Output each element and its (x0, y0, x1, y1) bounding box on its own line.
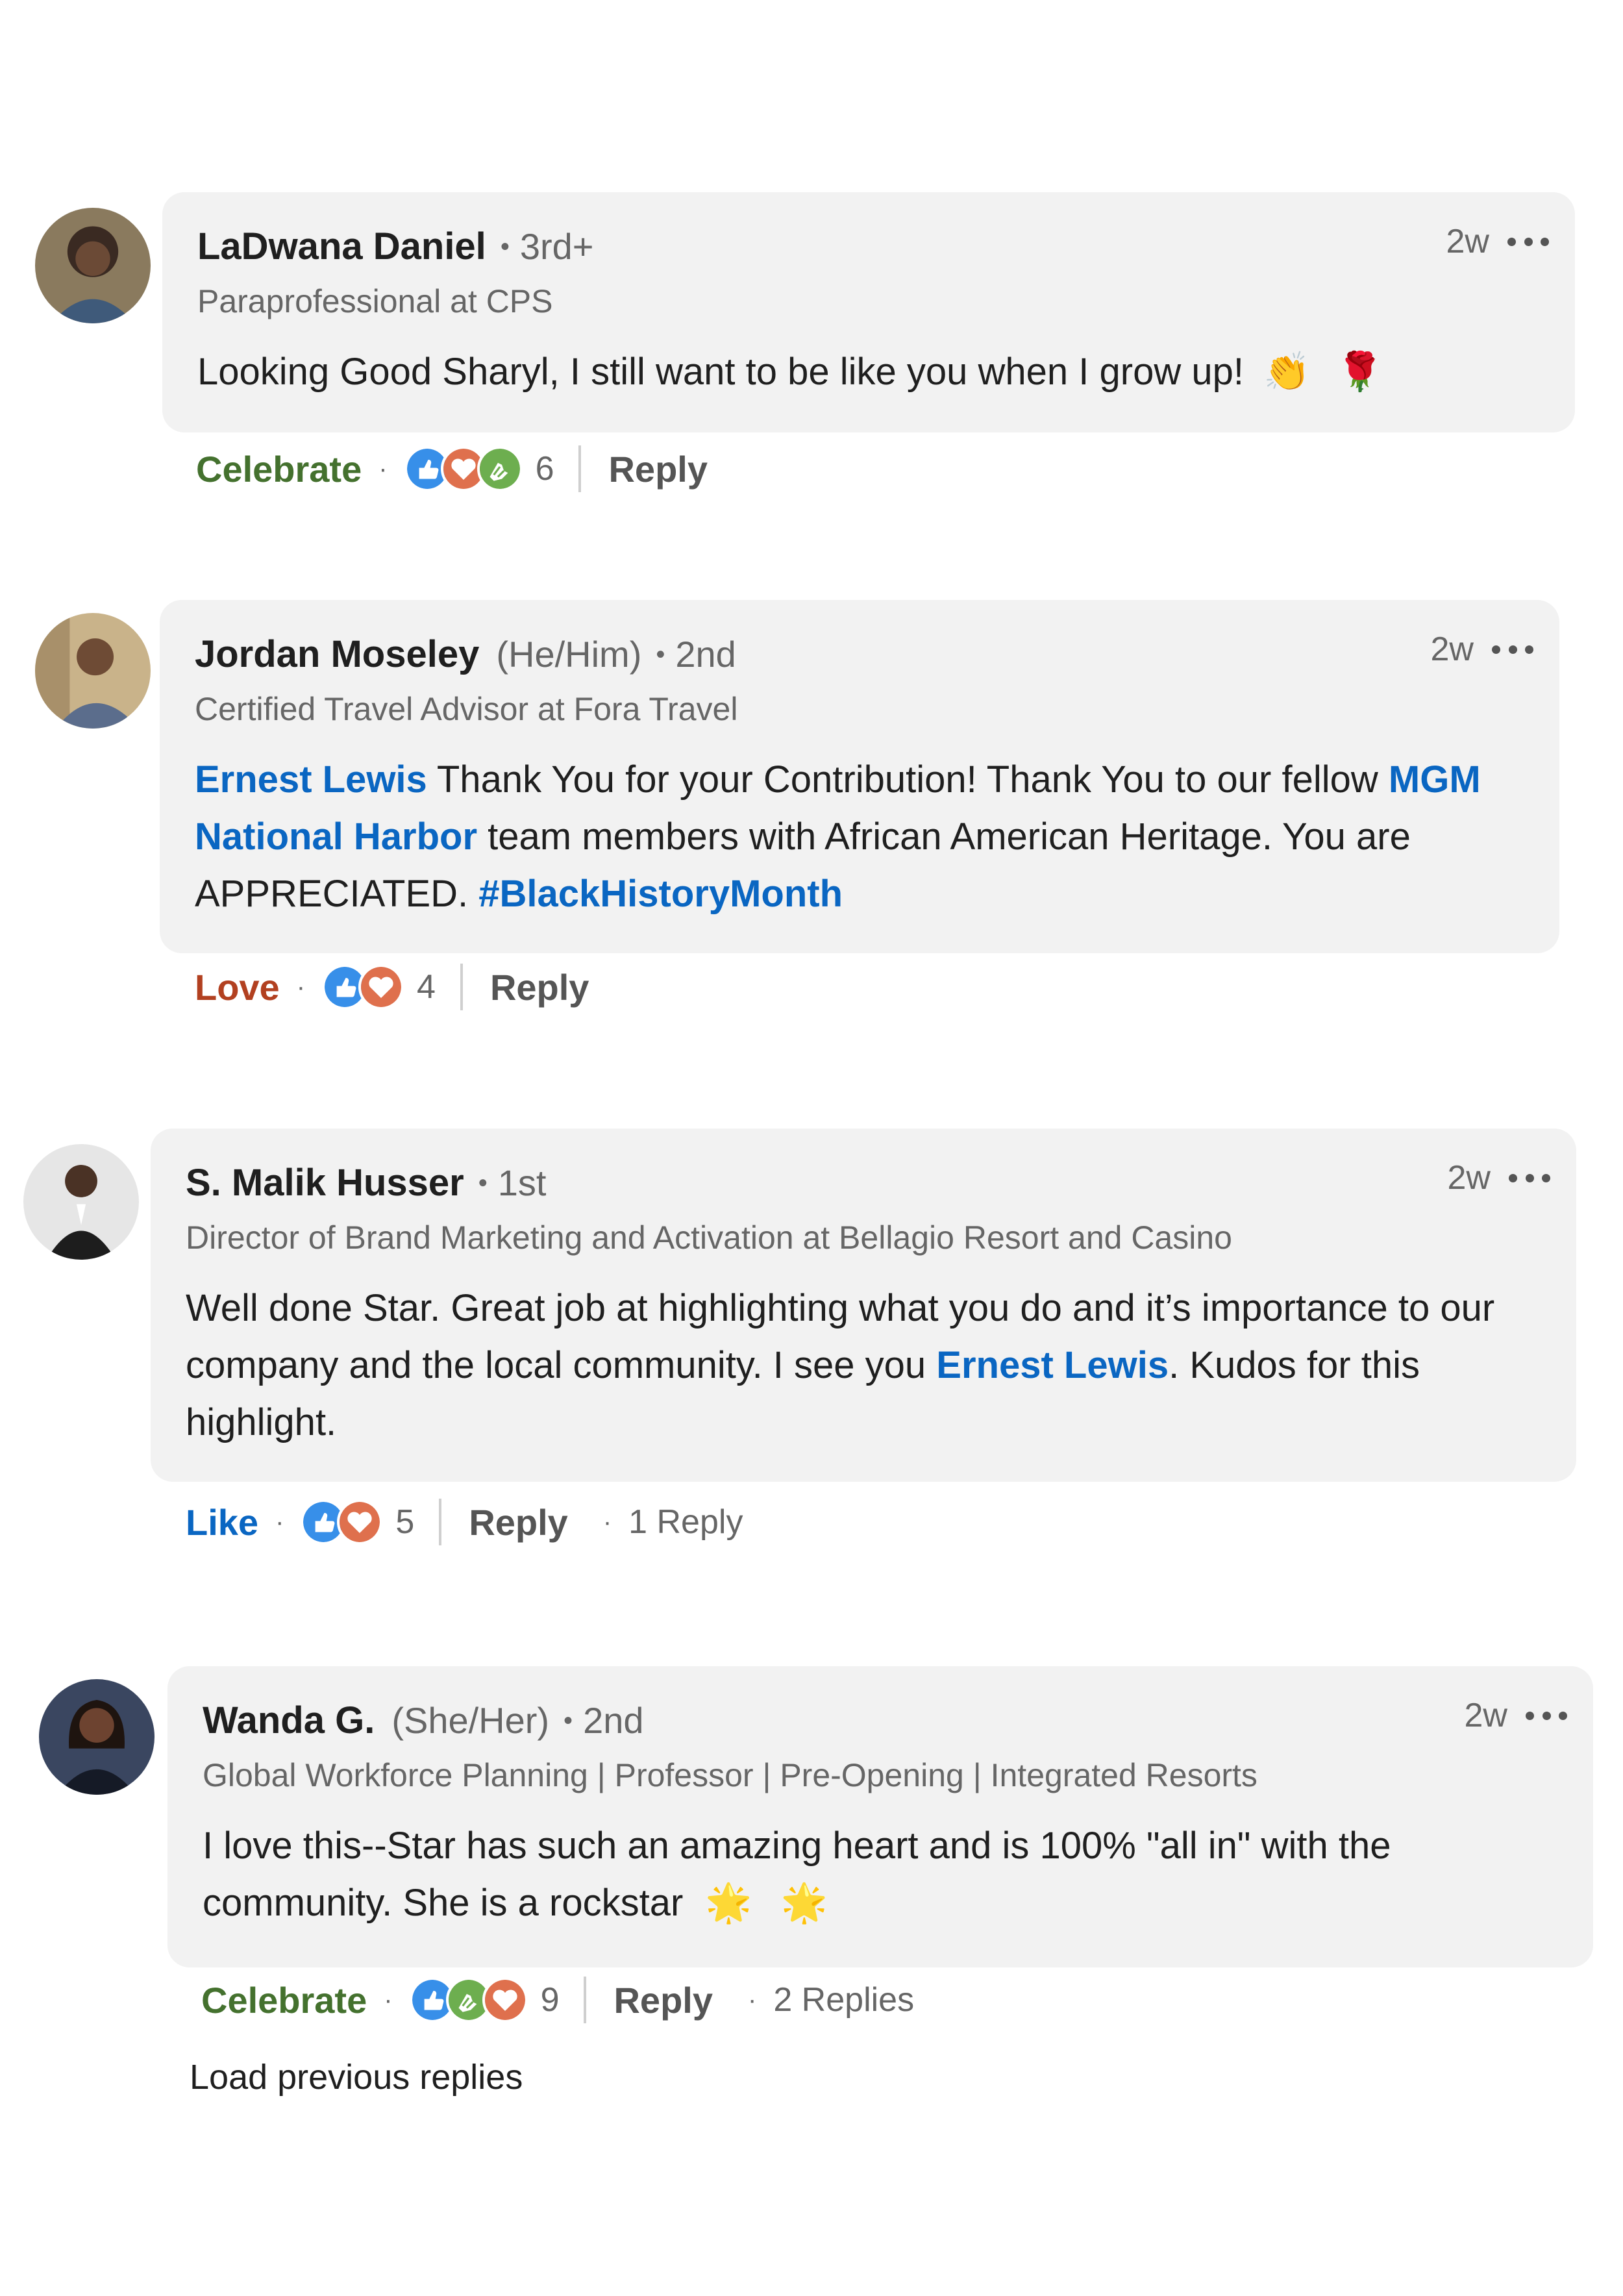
comment-bubble: Wanda G. (She/Her) 2nd Global Workforce … (167, 1666, 1593, 1967)
love-reaction-icon (358, 964, 404, 1010)
comment-text: Ernest Lewis Thank You for your Contribu… (195, 751, 1523, 923)
avatar[interactable] (39, 1679, 155, 1795)
celebrate-reaction-icon (477, 446, 523, 492)
reply-button[interactable]: Reply (469, 1501, 568, 1543)
reaction-button[interactable]: Like (186, 1501, 258, 1543)
author-headline: Global Workforce Planning | Professor | … (203, 1757, 1258, 1793)
reply-button[interactable]: Reply (613, 1979, 713, 2021)
avatar[interactable] (35, 208, 151, 323)
divider (584, 1977, 587, 2023)
reaction-icons[interactable] (404, 446, 523, 492)
comment-text: I love this--Star has such an amazing he… (203, 1817, 1557, 1932)
reaction-button[interactable]: Love (195, 966, 280, 1008)
timestamp: 2w (1446, 223, 1489, 260)
clapping-hands-emoji: 👏 (1263, 351, 1311, 393)
connection-degree: 2nd (564, 1699, 643, 1741)
reaction-icons[interactable] (322, 964, 404, 1010)
author-headline: Certified Travel Advisor at Fora Travel (195, 691, 738, 727)
author-name[interactable]: LaDwana Daniel (197, 225, 486, 268)
reaction-button[interactable]: Celebrate (196, 448, 362, 490)
author-headline: Paraprofessional at CPS (197, 283, 553, 319)
more-options-icon[interactable] (1507, 235, 1549, 248)
author-headline: Director of Brand Marketing and Activati… (186, 1219, 1232, 1256)
reaction-count[interactable]: 5 (395, 1503, 414, 1541)
timestamp: 2w (1447, 1159, 1491, 1197)
avatar[interactable] (23, 1144, 139, 1260)
glowing-star-emoji: 🌟 (780, 1882, 828, 1924)
comment-text-content: Thank You for your Contribution! Thank Y… (427, 758, 1389, 801)
more-options-icon[interactable] (1509, 1171, 1550, 1184)
reaction-button[interactable]: Celebrate (201, 1979, 367, 2021)
reaction-count[interactable]: 4 (417, 967, 436, 1006)
divider (578, 445, 582, 492)
more-options-icon[interactable] (1526, 1709, 1567, 1722)
load-previous-replies-button[interactable]: Load previous replies (190, 2057, 523, 2097)
more-options-icon[interactable] (1492, 643, 1533, 656)
comment-bubble: S. Malik Husser 1st Director of Brand Ma… (151, 1129, 1576, 1482)
reply-button[interactable]: Reply (490, 966, 589, 1008)
comment-actions: Love · 4 Reply (195, 964, 589, 1010)
author-name[interactable]: Jordan Moseley (195, 632, 479, 676)
author-pronouns: (He/Him) (496, 634, 642, 675)
comment-actions: Celebrate · 6 Reply (196, 445, 708, 492)
connection-degree: 2nd (656, 633, 736, 675)
divider (460, 964, 463, 1010)
comment-bubble: Jordan Moseley (He/Him) 2nd Certified Tr… (160, 600, 1559, 953)
timestamp: 2w (1464, 1697, 1507, 1734)
comment-text: Looking Good Sharyl, I still want to be … (197, 343, 1539, 401)
mention-link[interactable]: Ernest Lewis (936, 1344, 1169, 1386)
reaction-count[interactable]: 6 (536, 449, 554, 488)
divider (439, 1499, 442, 1545)
author-name[interactable]: Wanda G. (203, 1699, 375, 1742)
comment-text: Well done Star. Great job at highlightin… (186, 1280, 1540, 1451)
comment-bubble: LaDwana Daniel 3rd+ Paraprofessional at … (162, 192, 1575, 432)
timestamp: 2w (1430, 630, 1474, 668)
love-reaction-icon (482, 1977, 528, 2023)
avatar[interactable] (35, 613, 151, 729)
comment-text-content: Looking Good Sharyl, I still want to be … (197, 351, 1244, 393)
mention-link[interactable]: Ernest Lewis (195, 758, 427, 801)
reaction-count[interactable]: 9 (541, 1980, 560, 2019)
replies-link[interactable]: 2 Replies (773, 1980, 914, 2019)
reaction-icons[interactable] (409, 1977, 528, 2023)
reply-button[interactable]: Reply (608, 448, 708, 490)
connection-degree: 1st (478, 1162, 547, 1204)
rose-emoji: 🌹 (1336, 351, 1383, 393)
replies-link[interactable]: 1 Reply (628, 1503, 743, 1541)
author-pronouns: (She/Her) (391, 1700, 550, 1741)
hashtag-link[interactable]: #BlackHistoryMonth (478, 873, 843, 915)
comment-actions: Celebrate · 9 Reply · 2 Replies (201, 1977, 914, 2023)
glowing-star-emoji: 🌟 (705, 1882, 752, 1924)
comment-actions: Like · 5 Reply · 1 Reply (186, 1499, 743, 1545)
author-name[interactable]: S. Malik Husser (186, 1161, 464, 1204)
reaction-icons[interactable] (301, 1499, 383, 1545)
love-reaction-icon (337, 1499, 383, 1545)
connection-degree: 3rd+ (501, 225, 594, 268)
